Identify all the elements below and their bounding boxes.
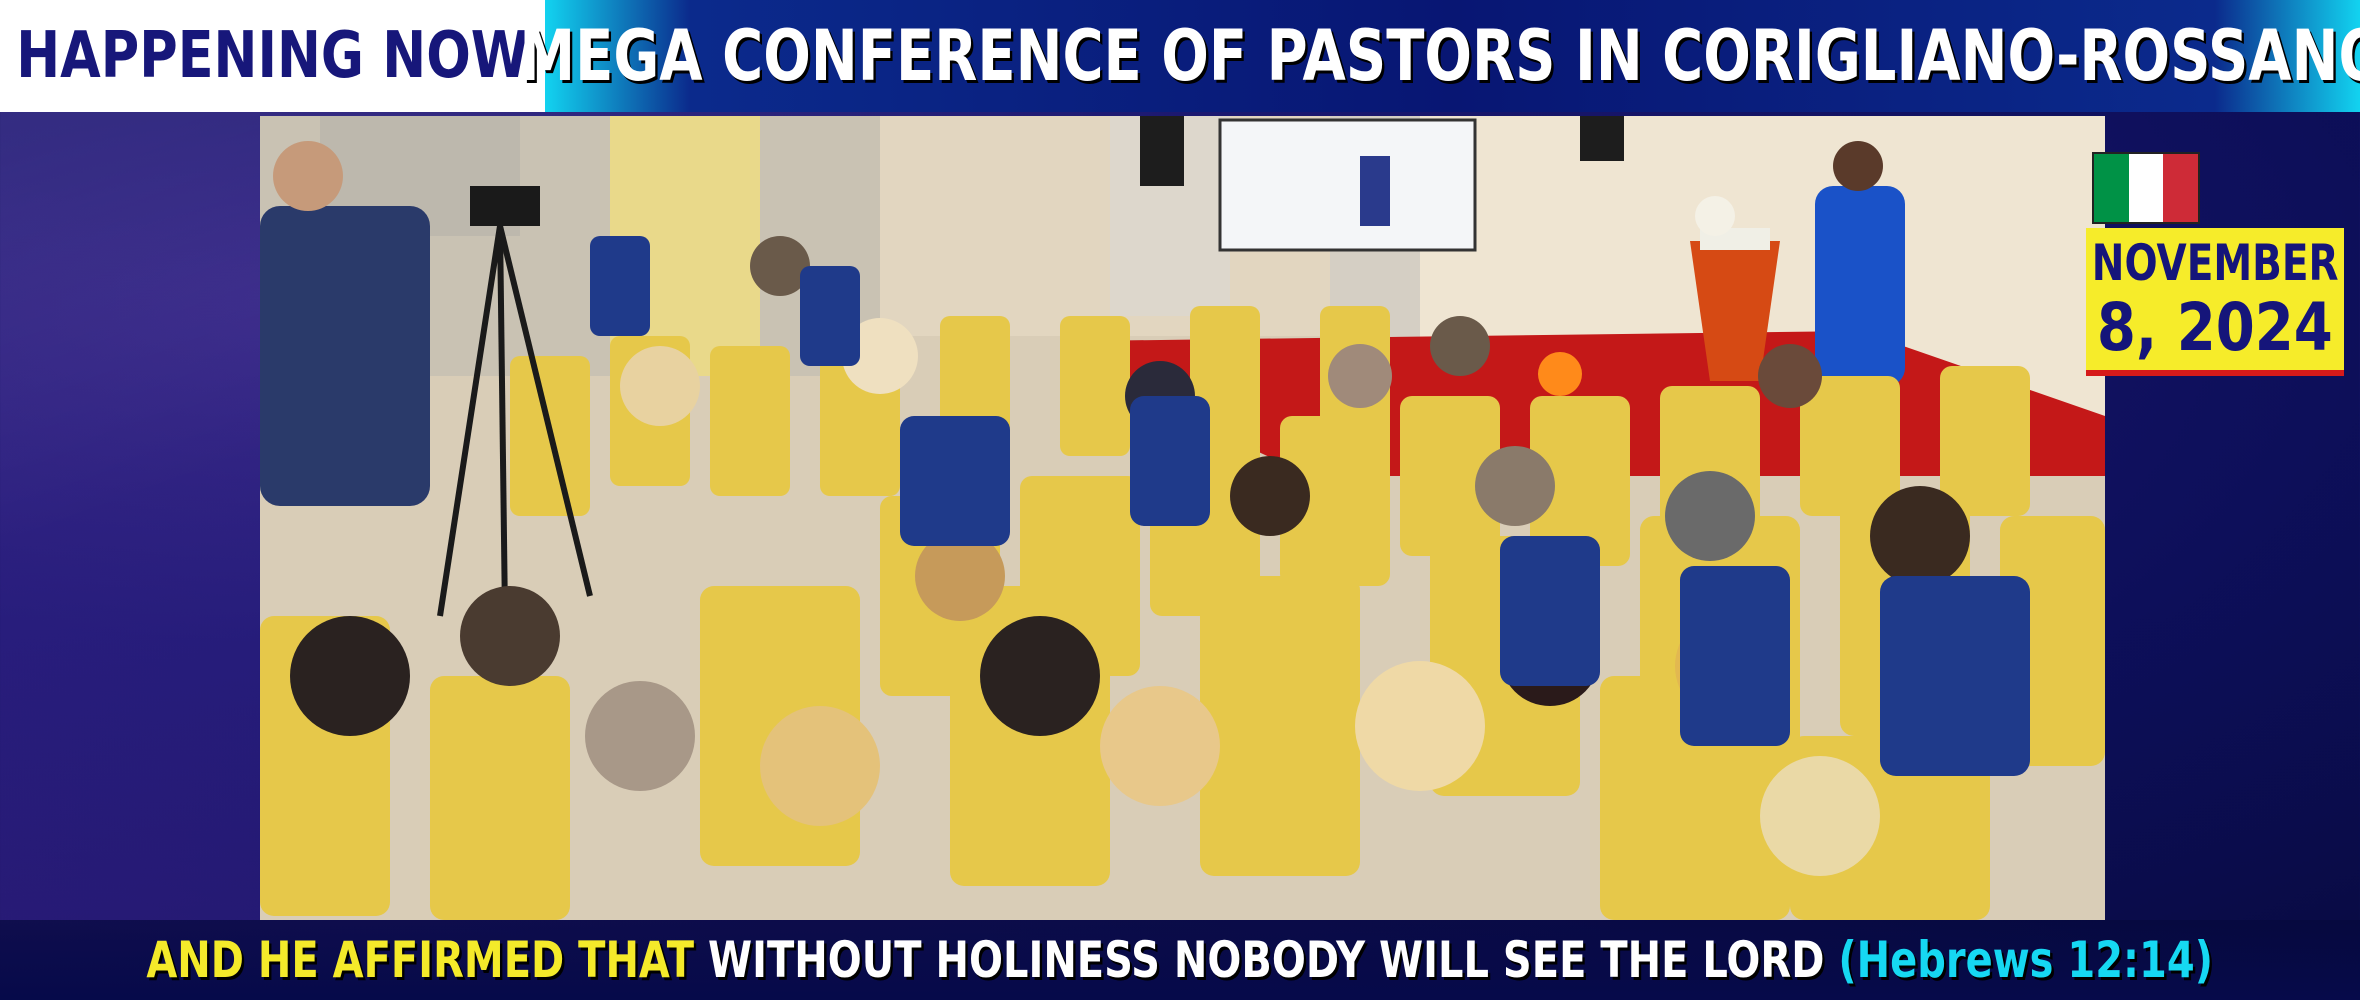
caption-line: AND HE AFFIRMED THAT WITHOUT HOLINESS NO… bbox=[147, 931, 2214, 989]
date-month: NOVEMBER bbox=[2091, 234, 2339, 292]
page-title: MEGA CONFERENCE OF PASTORS IN CORIGLIANO… bbox=[519, 15, 2360, 97]
happening-now-badge: HAPPENING NOW bbox=[0, 0, 545, 112]
caption-scripture-ref: (Hebrews 12:14) bbox=[1838, 931, 2214, 989]
conference-photo bbox=[260, 116, 2105, 920]
date-badge: NOVEMBER 8, 2024 bbox=[2086, 228, 2344, 376]
caption-bar: AND HE AFFIRMED THAT WITHOUT HOLINESS NO… bbox=[0, 920, 2360, 1000]
caption-part-1: AND HE AFFIRMED THAT bbox=[146, 931, 695, 989]
badge-label: HAPPENING NOW bbox=[16, 19, 529, 93]
caption-part-2: WITHOUT HOLINESS NOBODY WILL SEE THE LOR… bbox=[708, 931, 1825, 989]
date-day-year: 8, 2024 bbox=[2096, 289, 2334, 366]
title-banner: MEGA CONFERENCE OF PASTORS IN CORIGLIANO… bbox=[519, 0, 2360, 112]
italy-flag-icon bbox=[2092, 152, 2200, 224]
